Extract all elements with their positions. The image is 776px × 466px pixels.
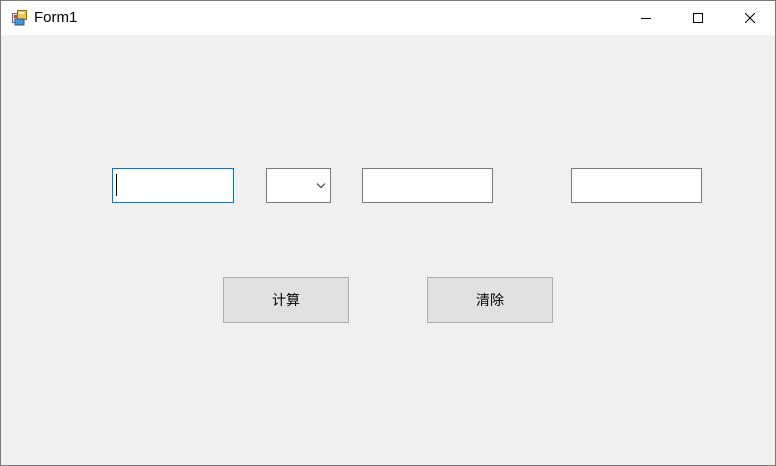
close-icon [745,13,755,23]
clear-button[interactable]: 清除 [427,277,553,323]
window-title: Form1 [34,9,78,26]
maximize-icon [693,13,703,23]
minimize-button[interactable] [623,1,669,35]
application-icon[interactable] [12,10,28,26]
result-textbox[interactable] [571,168,702,203]
first-number-textbox[interactable] [112,168,234,203]
title-bar[interactable]: Form1 [1,1,775,35]
close-button[interactable] [727,1,773,35]
chevron-down-icon[interactable] [316,182,326,189]
operator-combobox[interactable] [266,168,331,203]
second-number-textbox[interactable] [362,168,493,203]
calculate-button[interactable]: 计算 [223,277,349,323]
form1-window: Form1 计算 清除 [0,0,776,466]
maximize-button[interactable] [675,1,721,35]
minimize-icon [641,18,651,19]
text-caret [116,174,117,196]
form-client-area: 计算 清除 [1,35,775,465]
